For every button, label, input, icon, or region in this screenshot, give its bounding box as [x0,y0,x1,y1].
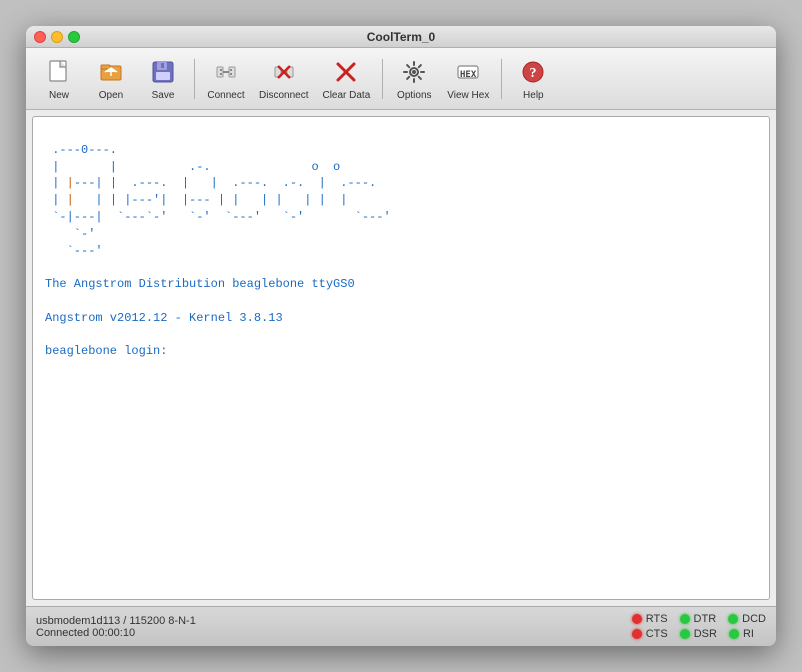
svg-text:?: ? [530,66,537,81]
dcd-led [728,614,738,624]
dsr-label: DSR [694,628,717,640]
disconnect-icon [268,56,300,88]
help-icon: ? [517,56,549,88]
new-button[interactable]: New [34,52,84,105]
help-label: Help [523,90,544,101]
ri-indicator: RI [729,628,754,640]
connect-label: Connect [207,90,244,101]
options-button[interactable]: Options [389,52,439,105]
main-window: CoolTerm_0 New Open [26,26,776,646]
indicators-row-1: RTS DTR DCD [632,613,766,625]
svg-text:HEX: HEX [460,70,477,80]
new-icon [43,56,75,88]
ri-led [729,629,739,639]
dcd-indicator: DCD [728,613,766,625]
view-hex-button[interactable]: HEX View Hex [441,52,495,105]
traffic-lights [34,31,80,43]
minimize-button[interactable] [51,31,63,43]
options-icon [398,56,430,88]
save-icon [147,56,179,88]
ri-label: RI [743,628,754,640]
new-label: New [49,90,69,101]
statusbar: usbmodem1d113 / 115200 8-N-1 Connected 0… [26,606,776,646]
dsr-indicator: DSR [680,628,717,640]
cts-led [632,629,642,639]
connect-button[interactable]: Connect [201,52,251,105]
dtr-led [680,614,690,624]
rts-led [632,614,642,624]
rts-label: RTS [646,613,668,625]
clear-data-label: Clear Data [322,90,370,101]
open-label: Open [99,90,123,101]
disconnect-button[interactable]: Disconnect [253,52,314,105]
connect-icon [210,56,242,88]
save-label: Save [152,90,175,101]
save-button[interactable]: Save [138,52,188,105]
indicators-row-2: CTS DSR RI [632,628,766,640]
dtr-indicator: DTR [680,613,717,625]
view-hex-label: View Hex [447,90,489,101]
disconnect-label: Disconnect [259,90,308,101]
options-label: Options [397,90,431,101]
separator-3 [501,59,502,99]
titlebar: CoolTerm_0 [26,26,776,48]
window-title: CoolTerm_0 [367,30,435,44]
status-right: RTS DTR DCD CTS DSR [632,613,766,640]
terminal-container: .---0---. | | .-. o o | |---| | .---. | … [32,116,770,600]
cts-label: CTS [646,628,668,640]
connection-info: usbmodem1d113 / 115200 8-N-1 [36,615,632,627]
open-icon [95,56,127,88]
status-left: usbmodem1d113 / 115200 8-N-1 Connected 0… [36,615,632,639]
clear-data-icon [330,56,362,88]
view-hex-icon: HEX [452,56,484,88]
clear-data-button[interactable]: Clear Data [316,52,376,105]
dsr-led [680,629,690,639]
maximize-button[interactable] [68,31,80,43]
connected-time: Connected 00:00:10 [36,627,632,639]
dcd-label: DCD [742,613,766,625]
close-button[interactable] [34,31,46,43]
rts-indicator: RTS [632,613,668,625]
open-button[interactable]: Open [86,52,136,105]
separator-2 [382,59,383,99]
help-button[interactable]: ? Help [508,52,558,105]
terminal-content[interactable]: .---0---. | | .-. o o | |---| | .---. | … [33,117,769,599]
toolbar: New Open [26,48,776,110]
dtr-label: DTR [694,613,717,625]
cts-indicator: CTS [632,628,668,640]
separator-1 [194,59,195,99]
